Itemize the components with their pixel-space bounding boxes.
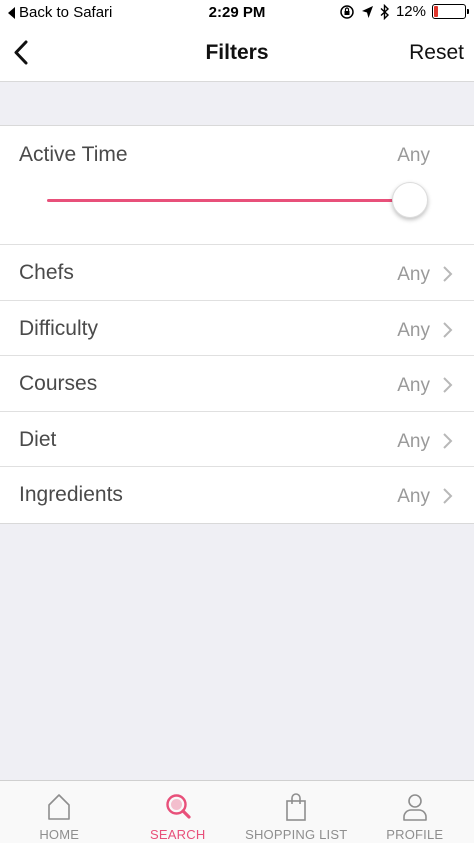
tab-label: SEARCH (150, 827, 206, 842)
tab-label: SHOPPING LIST (245, 827, 348, 842)
filter-row-label: Diet (19, 427, 57, 451)
back-chevron-icon[interactable] (8, 38, 38, 68)
filters-list: Active Time Any Chefs Any Difficulty Any… (0, 125, 474, 524)
filter-row-value: Any (397, 375, 430, 397)
filter-row-label: Courses (19, 372, 98, 396)
tab-label: PROFILE (386, 827, 444, 842)
battery-percent: 12% (395, 3, 426, 20)
reset-button[interactable]: Reset (409, 41, 464, 65)
filter-row-value: Any (397, 319, 430, 341)
tab-search[interactable]: SEARCH (119, 781, 238, 843)
back-to-safari-link[interactable]: Back to Safari (8, 4, 112, 21)
battery-fill (434, 6, 438, 17)
filter-row-value: Any (397, 486, 430, 508)
filter-row-label: Difficulty (19, 316, 98, 340)
back-to-safari-label: Back to Safari (19, 4, 113, 21)
battery-icon (432, 4, 469, 19)
chevron-right-icon (443, 377, 453, 393)
active-time-value: Any (397, 145, 430, 166)
active-time-label: Active Time (19, 143, 128, 166)
active-time-slider-thumb[interactable] (392, 182, 428, 218)
chevron-right-icon (443, 266, 453, 282)
tab-bar: HOME SEARCH SHOPPING LIST PROFILE (0, 780, 474, 843)
tab-profile[interactable]: PROFILE (356, 781, 474, 843)
location-arrow-icon (361, 5, 373, 18)
chevron-right-icon (443, 433, 453, 449)
filter-row-ingredients[interactable]: Ingredients Any (0, 467, 474, 523)
tab-label: HOME (39, 827, 80, 842)
filter-row-label: Ingredients (19, 483, 123, 507)
filter-row-value: Any (397, 264, 430, 285)
filter-row-courses[interactable]: Courses Any (0, 356, 474, 412)
tab-home[interactable]: HOME (0, 781, 119, 843)
filter-row-label: Chefs (19, 261, 74, 284)
tab-shopping-list[interactable]: SHOPPING LIST (237, 781, 356, 843)
chevron-right-icon (443, 321, 453, 338)
chevron-right-icon (443, 488, 453, 505)
filter-row-value: Any (397, 430, 430, 452)
back-triangle-icon (8, 6, 15, 19)
status-bar: Back to Safari 2:29 PM 12% (0, 0, 474, 26)
home-icon (48, 794, 71, 820)
profile-icon (402, 794, 427, 821)
search-icon (166, 794, 191, 819)
active-time-filter: Active Time Any (0, 126, 474, 245)
orientation-lock-icon (340, 4, 354, 19)
shopping-bag-icon (286, 793, 307, 821)
status-indicators: 12% (339, 3, 469, 20)
filters-screen: Back to Safari 2:29 PM 12% Filters Reset… (0, 0, 474, 843)
filter-row-chefs[interactable]: Chefs Any (0, 245, 474, 301)
filter-row-difficulty[interactable]: Difficulty Any (0, 301, 474, 357)
navigation-bar: Filters Reset (0, 26, 474, 82)
page-title: Filters (205, 41, 269, 64)
filter-row-diet[interactable]: Diet Any (0, 412, 474, 468)
bluetooth-icon (380, 3, 389, 20)
active-time-slider-track[interactable] (47, 199, 413, 202)
